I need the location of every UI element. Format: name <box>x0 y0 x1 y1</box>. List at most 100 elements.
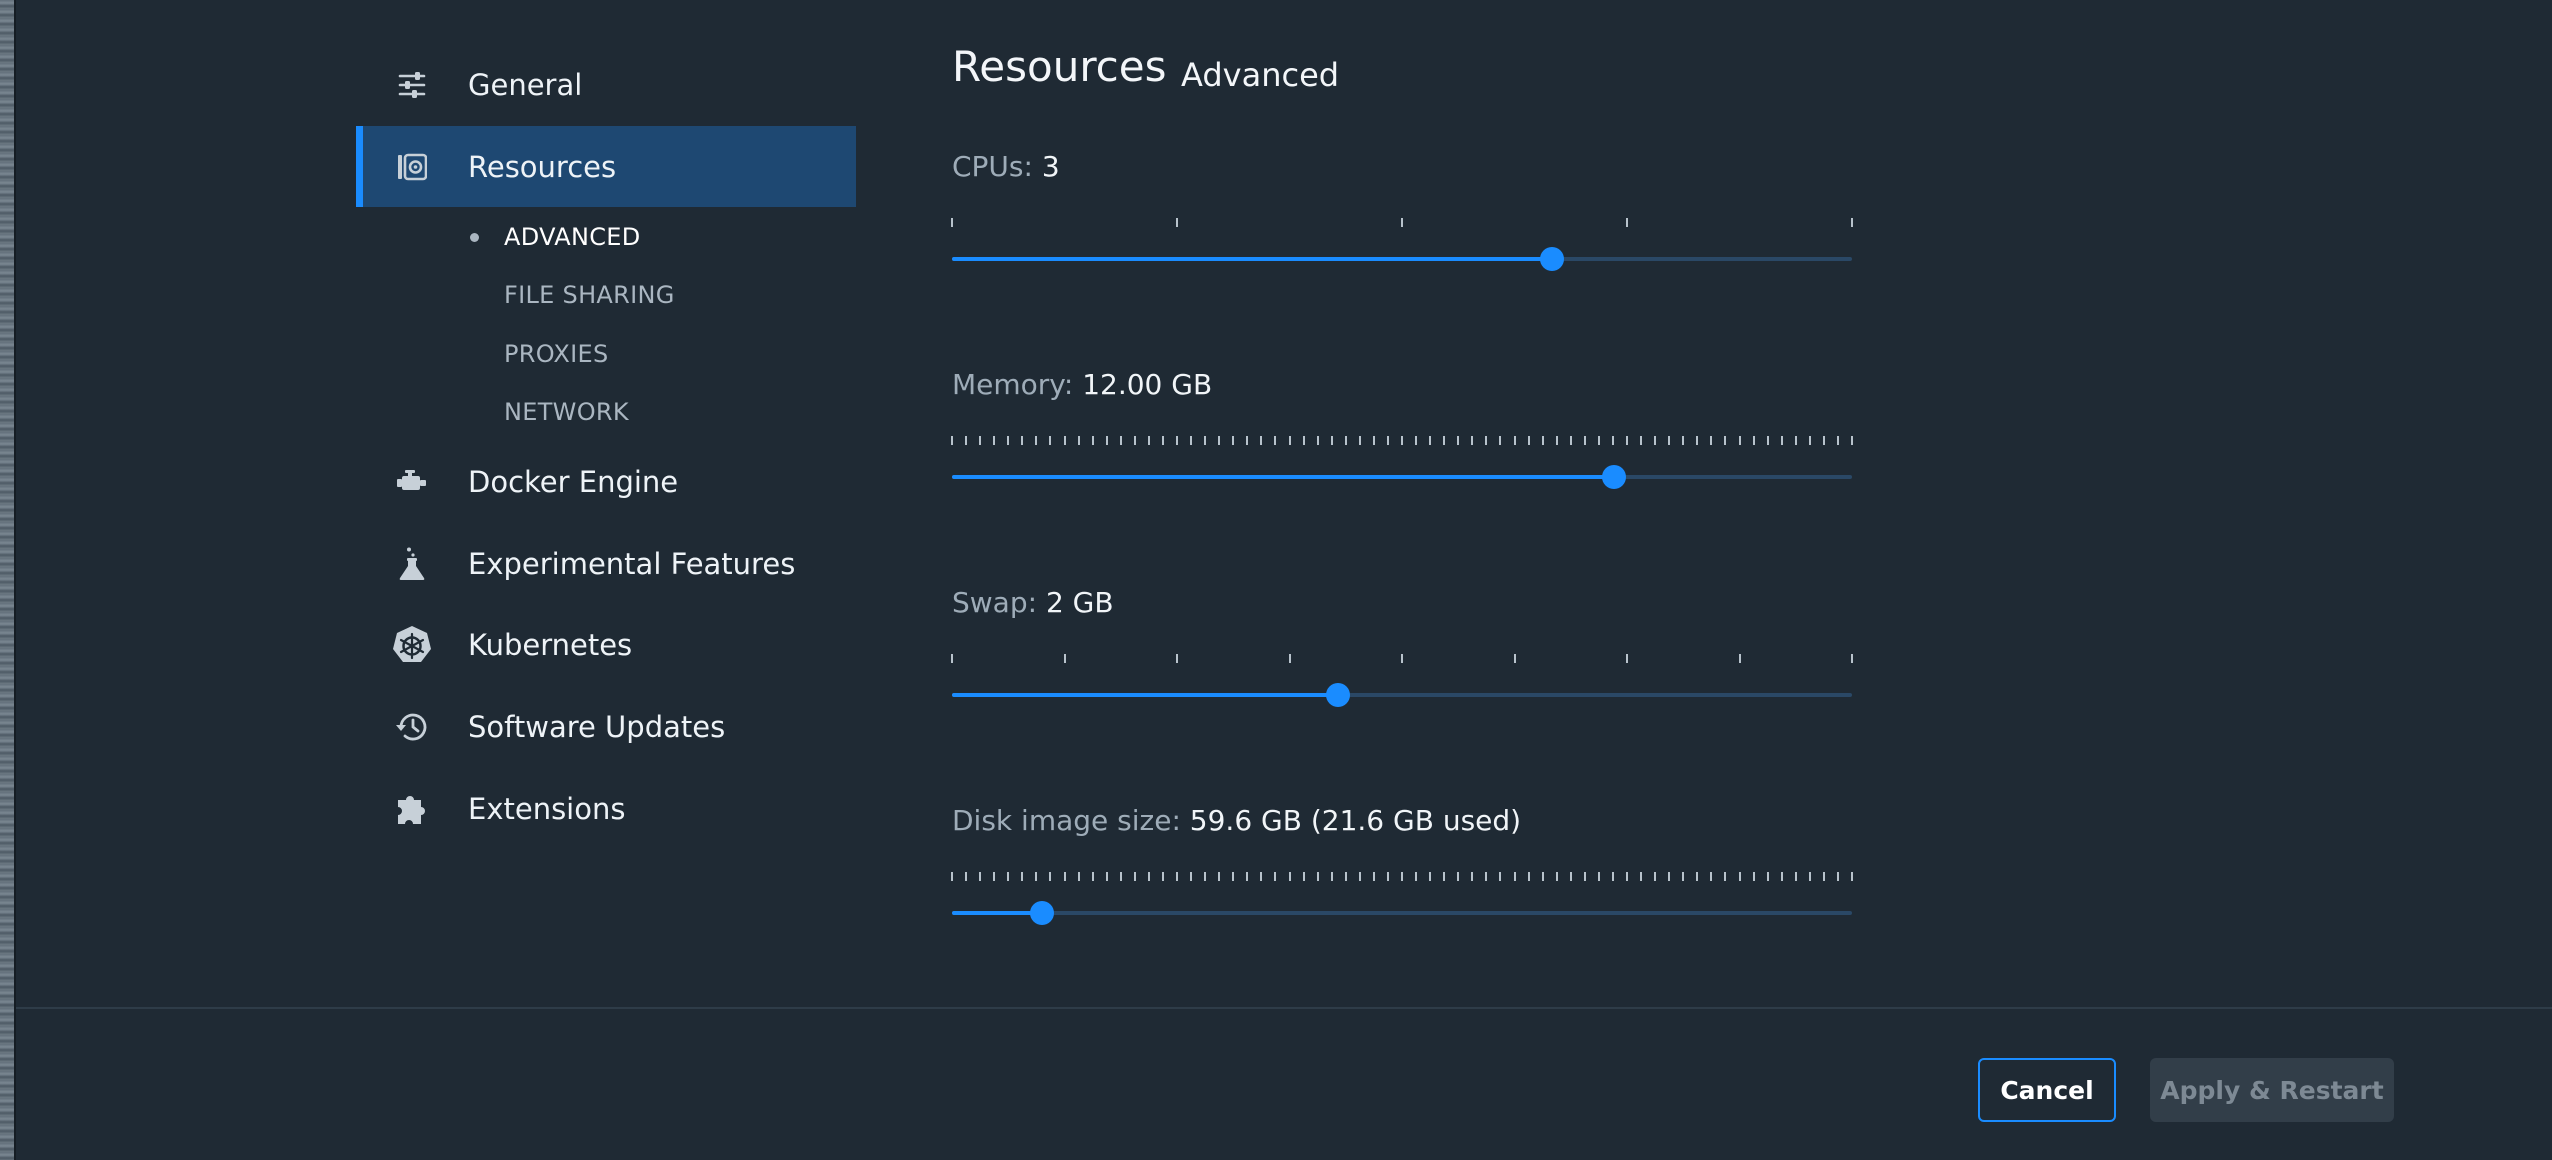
cancel-button[interactable]: Cancel <box>1978 1058 2116 1122</box>
slider-tick <box>1794 436 1797 445</box>
slider-tick <box>951 872 953 881</box>
subitem-file-sharing[interactable]: FILE SHARING <box>504 275 675 315</box>
slider-tick <box>1724 436 1727 445</box>
slider-tick <box>965 872 968 881</box>
slider-tick <box>1429 436 1432 445</box>
slider-tick <box>1232 436 1235 445</box>
slider-thumb[interactable] <box>1326 683 1351 707</box>
slider-tick <box>1555 436 1558 445</box>
slider-tick <box>1738 654 1741 663</box>
slider-tick <box>1668 436 1671 445</box>
slider-tick <box>1133 872 1136 881</box>
slider-tick <box>1485 872 1488 881</box>
slider-tick <box>1063 436 1066 445</box>
slider-tick <box>1626 436 1628 445</box>
slider-tick <box>1499 436 1502 445</box>
slider-tick <box>1682 872 1685 881</box>
slider-tick <box>1583 436 1586 445</box>
slider-tick <box>1372 436 1375 445</box>
sidebar-item-experimental-features[interactable]: Experimental Features <box>356 524 856 604</box>
settings-window: General Resources ADVANCED FILE SHARING … <box>0 0 2552 1160</box>
footer-divider <box>16 1007 2552 1009</box>
setting-name: CPUs: <box>952 150 1033 183</box>
slider-tick <box>951 218 953 227</box>
slider-tick <box>1147 436 1150 445</box>
slider-tick <box>1049 872 1052 881</box>
slider-tick <box>1190 436 1193 445</box>
slider-tick <box>1007 872 1010 881</box>
sidebar-item-resources[interactable]: Resources <box>356 126 856 207</box>
slider-tick <box>1091 872 1094 881</box>
slider-thumb[interactable] <box>1540 247 1565 271</box>
slider-tick <box>1654 436 1657 445</box>
slider-tick <box>1457 436 1460 445</box>
slider-tick <box>1246 436 1249 445</box>
slider-tick <box>1780 436 1783 445</box>
slider-tick <box>1147 872 1150 881</box>
slider-tick <box>1161 436 1164 445</box>
slider-tick <box>1597 872 1600 881</box>
slider-tick <box>1386 872 1389 881</box>
slider-tick <box>1569 872 1572 881</box>
slider-tick <box>1330 872 1333 881</box>
slider-tick <box>965 436 968 445</box>
slider-tick <box>1527 436 1530 445</box>
slider-tick <box>1851 654 1853 663</box>
slider-thumb[interactable] <box>1601 465 1626 489</box>
slider-tick <box>1766 872 1769 881</box>
subitem-proxies[interactable]: PROXIES <box>504 334 609 374</box>
slider-tick <box>1415 872 1418 881</box>
sidebar-item-general[interactable]: General <box>356 45 856 125</box>
slider-thumb[interactable] <box>1030 901 1054 925</box>
slider-tick <box>1302 436 1305 445</box>
setting-label: Memory: 12.00 GB <box>952 368 1212 401</box>
slider-tick <box>1176 436 1178 445</box>
slider-tick <box>1752 872 1755 881</box>
slider-tick <box>1218 436 1221 445</box>
sidebar-item-label: Extensions <box>468 792 626 826</box>
slider-tick <box>1288 436 1291 445</box>
apply-restart-button[interactable]: Apply & Restart <box>2150 1058 2394 1122</box>
slider-tick <box>1021 436 1024 445</box>
slider-tick <box>1443 436 1446 445</box>
disk-image-size-slider[interactable] <box>952 901 1852 925</box>
slider-tick <box>1513 654 1516 663</box>
swap-slider[interactable] <box>952 683 1852 707</box>
sidebar-item-kubernetes[interactable]: Kubernetes <box>356 605 856 685</box>
slider-tick <box>1851 872 1853 881</box>
slider-tick <box>1190 872 1193 881</box>
slider-tick <box>951 654 953 663</box>
slider-tick <box>1401 218 1403 227</box>
slider-tick <box>1246 872 1249 881</box>
slider-tick <box>1176 654 1178 663</box>
kubernetes-icon <box>392 625 432 665</box>
slider-tick <box>1513 872 1516 881</box>
subitem-network[interactable]: NETWORK <box>504 392 629 432</box>
setting-label: Disk image size: 59.6 GB (21.6 GB used) <box>952 804 1521 837</box>
slider-tick <box>1752 436 1755 445</box>
subitem-advanced[interactable]: ADVANCED <box>504 217 641 257</box>
slider-tick <box>1541 436 1544 445</box>
slider-tick <box>1274 872 1277 881</box>
slider-tick <box>1204 436 1207 445</box>
slider-tick <box>1021 872 1024 881</box>
slider-tick <box>1780 872 1783 881</box>
slider-tick <box>979 436 982 445</box>
slider-tick <box>1851 436 1853 445</box>
memory-slider[interactable] <box>952 465 1852 489</box>
slider-tick <box>1822 872 1825 881</box>
sidebar-item-label: General <box>468 68 583 102</box>
sidebar-item-label: Kubernetes <box>468 628 633 662</box>
slider-tick <box>1640 436 1643 445</box>
cpus-slider[interactable] <box>952 247 1852 271</box>
flask-icon <box>392 544 432 584</box>
sidebar-item-extensions[interactable]: Extensions <box>356 769 856 849</box>
sidebar-item-software-updates[interactable]: Software Updates <box>356 687 856 767</box>
slider-tick <box>1176 218 1178 227</box>
slider-tick <box>1330 436 1333 445</box>
setting-label: CPUs: 3 <box>952 150 1060 183</box>
slider-tick <box>1063 654 1066 663</box>
slider-tick <box>1611 436 1614 445</box>
slider-tick <box>1077 872 1080 881</box>
sidebar-item-docker-engine[interactable]: Docker Engine <box>356 442 856 522</box>
